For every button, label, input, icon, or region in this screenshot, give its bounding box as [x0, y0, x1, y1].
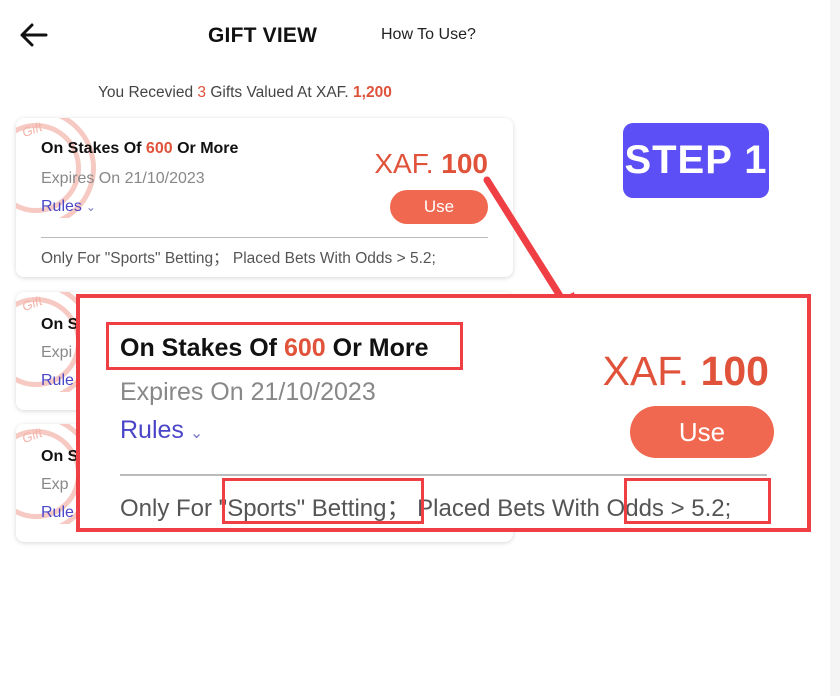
zoom-use-button[interactable]: Use [630, 406, 774, 458]
gifts-summary: You Recevied 3 Gifts Valued At XAF. 1,20… [98, 84, 392, 101]
highlight-title-box [106, 322, 463, 370]
rules-toggle[interactable]: Rules ⌄ [41, 198, 96, 216]
page-edge [830, 0, 840, 696]
divider [120, 474, 767, 476]
zoom-rules-toggle[interactable]: Rules ⌄ [120, 416, 203, 445]
zoomed-gift-card: On Stakes Of 600 Or More Expires On 21/1… [76, 294, 811, 532]
gift-card: Gift On Stakes Of 600 Or More Expires On… [16, 118, 513, 277]
gift-expiry: Expires On 21/10/2023 [41, 170, 205, 187]
gift-title: On Stakes Of 600 Or More [41, 140, 239, 157]
gift-count: 3 [197, 84, 207, 101]
page-title: GIFT VIEW [208, 24, 318, 47]
gift-expiry: Expi [41, 344, 73, 361]
zoom-gift-value: XAF. 100 [602, 348, 769, 394]
chevron-down-icon: ⌄ [189, 425, 204, 442]
rules-toggle[interactable]: Rule [41, 504, 74, 522]
how-to-use-link[interactable]: How To Use? [381, 26, 476, 44]
gift-value: XAF. 100 [374, 148, 488, 179]
gift-title: On S [41, 448, 79, 465]
chevron-down-icon: ⌄ [85, 200, 96, 214]
highlight-odds-box [624, 478, 771, 524]
step-badge: STEP 1 [623, 123, 769, 198]
gift-expiry: Exp [41, 476, 69, 493]
use-button[interactable]: Use [390, 190, 488, 224]
gift-title: On S [41, 316, 79, 333]
divider [41, 237, 488, 238]
highlight-sports-box [222, 478, 424, 524]
rules-toggle[interactable]: Rule [41, 372, 74, 390]
gift-total: 1,200 [353, 84, 392, 101]
zoom-gift-expiry: Expires On 21/10/2023 [120, 378, 376, 406]
back-arrow-icon[interactable] [18, 20, 50, 50]
gift-conditions: Only For "Sports" Betting； Placed Bets W… [41, 250, 436, 267]
